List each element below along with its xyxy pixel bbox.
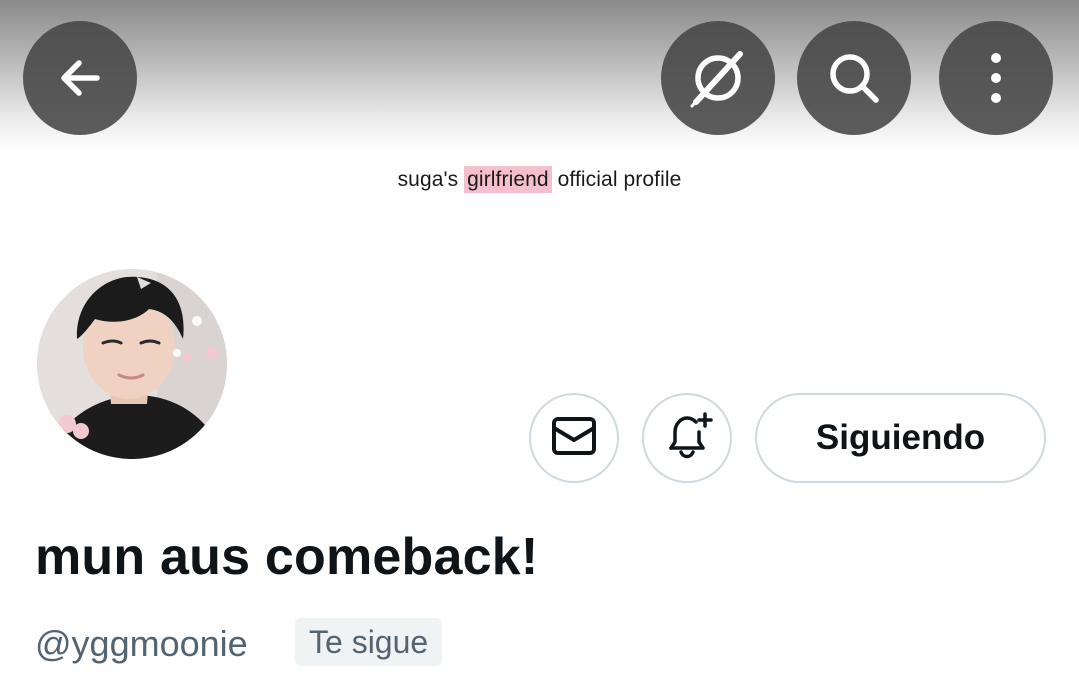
more-vertical-icon [986, 50, 1006, 106]
back-button[interactable] [23, 21, 137, 135]
follows-you-badge: Te sigue [295, 618, 443, 666]
display-name: mun aus comeback! [35, 528, 539, 586]
profile-photo [37, 269, 227, 459]
banner-caption-end: official profile [557, 168, 682, 191]
banner-caption-highlight: girlfriend [464, 166, 552, 193]
back-arrow-icon [53, 51, 107, 105]
following-button[interactable]: Siguiendo [755, 393, 1046, 483]
more-options-button[interactable] [939, 21, 1053, 135]
banner-caption: suga's girlfriend official profile [0, 166, 1079, 193]
bell-plus-icon [661, 410, 713, 467]
message-button[interactable] [529, 393, 619, 483]
search-button[interactable] [797, 21, 911, 135]
mail-icon [551, 416, 597, 461]
banner-caption-start: suga's [397, 168, 459, 191]
notifications-button[interactable] [642, 393, 732, 483]
grok-icon [686, 46, 750, 110]
username-handle: @yggmoonie [35, 623, 248, 664]
grok-button[interactable] [661, 21, 775, 135]
profile-banner[interactable]: suga's girlfriend official profile [0, 0, 1079, 260]
avatar[interactable] [34, 266, 230, 462]
search-icon [824, 48, 884, 108]
